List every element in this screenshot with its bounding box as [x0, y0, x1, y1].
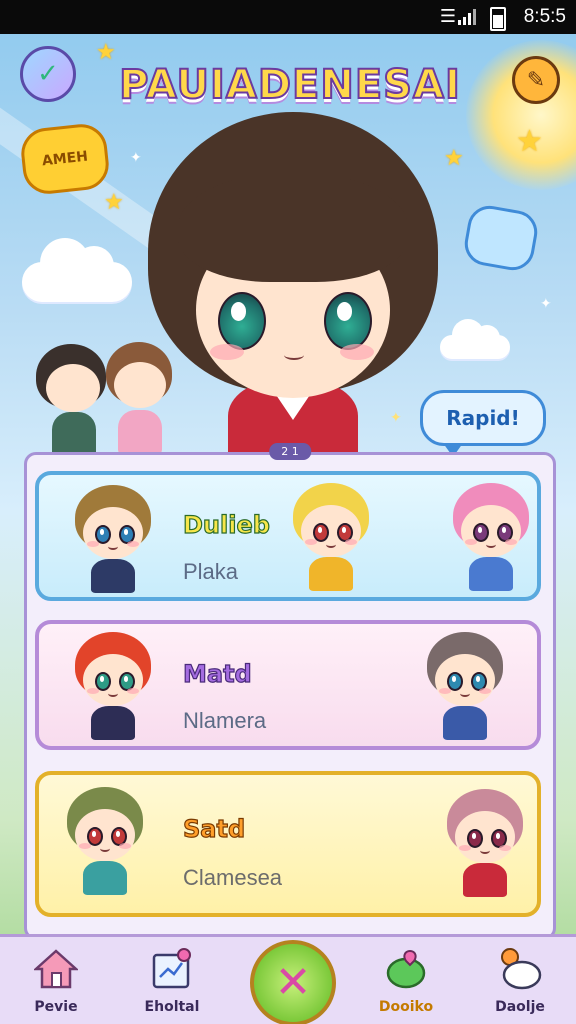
character-body	[463, 863, 507, 897]
clipboard-icon	[152, 948, 191, 989]
character-blush	[499, 845, 511, 851]
center-close-button[interactable]: ✕	[250, 940, 336, 1024]
heart-check-icon: ✓	[37, 59, 59, 89]
card-title: Satd	[182, 814, 246, 843]
hero-bangs	[178, 172, 408, 282]
character-body	[91, 706, 135, 740]
wifi-icon: ☰	[439, 6, 456, 27]
character-portrait	[449, 483, 533, 593]
character-blush	[127, 541, 139, 547]
leaf-heart-icon	[386, 949, 426, 989]
character-blush	[459, 845, 471, 851]
character-blush	[79, 843, 91, 849]
character-blush	[439, 688, 451, 694]
nav-label: Dooiko	[378, 999, 434, 1015]
character-portrait	[423, 632, 507, 742]
card-subtitle: Plaka	[183, 559, 239, 584]
favorite-button[interactable]: ✓	[20, 46, 76, 102]
speech-bubble-text: Rapid!	[446, 406, 520, 430]
character-blush	[119, 843, 131, 849]
character-blush	[305, 539, 317, 545]
hero-eye	[218, 292, 266, 350]
character-body	[52, 412, 96, 456]
badge-sign-label: AMEH	[41, 148, 89, 170]
nav-item-home[interactable]: Pevie	[6, 937, 106, 1024]
character-blush	[87, 688, 99, 694]
character-portrait	[443, 789, 527, 899]
character-body	[83, 861, 127, 895]
duo-characters	[36, 338, 176, 458]
character-portrait	[71, 485, 155, 595]
character-card[interactable]: Dulieb Plaka	[35, 471, 541, 601]
hero-eye	[324, 292, 372, 350]
hero-blush	[210, 344, 244, 360]
character-body	[118, 410, 162, 454]
status-bar: ☰ 8:5:5	[0, 0, 576, 34]
card-title: Dulieb	[182, 510, 270, 539]
character-face	[114, 362, 166, 408]
character-portrait	[289, 483, 373, 593]
wrench-icon: ✎	[526, 67, 546, 93]
game-screen: ☰ 8:5:5 ★ ★ ★ ★ ✦ ✦ ✦ ✓ PAUIADENESAI ✎ A…	[0, 0, 576, 1024]
character-body	[443, 706, 487, 740]
character-blush	[505, 539, 517, 545]
card-subtitle: Clamesea	[183, 865, 283, 890]
star-icon: ★	[104, 190, 124, 215]
card-title: Matd	[182, 659, 252, 688]
sparkle-icon: ✦	[130, 150, 142, 166]
character-face	[46, 364, 100, 412]
character-mouth	[480, 847, 490, 854]
nav-label: Pevie	[34, 999, 78, 1015]
cloud-decoration	[22, 238, 132, 302]
character-mouth	[326, 541, 336, 548]
nav-label: Daolje	[495, 999, 545, 1015]
character-card[interactable]: Satd Clamesea	[35, 771, 541, 917]
character-mouth	[460, 690, 470, 697]
speech-bubble: Rapid!	[420, 390, 546, 457]
cloud-decoration	[440, 319, 510, 359]
character-blush	[127, 688, 139, 694]
nav-item-chat[interactable]: Daolje	[470, 937, 570, 1024]
house-icon	[34, 949, 78, 989]
character-blush	[87, 541, 99, 547]
game-title: PAUIADENESAI	[118, 61, 461, 109]
character-mouth	[108, 543, 118, 550]
candy-icon[interactable]	[461, 202, 541, 274]
character-card[interactable]: Matd Nlamera	[35, 620, 541, 750]
nav-item-garden[interactable]: Dooiko	[356, 937, 456, 1024]
nav-item-tasks[interactable]: Eholtal	[122, 937, 222, 1024]
signal-icon	[458, 9, 476, 25]
character-mouth	[108, 690, 118, 697]
character-portrait	[71, 632, 155, 742]
speech-cloud-icon	[501, 948, 542, 990]
character-body	[469, 557, 513, 591]
hero-mouth	[284, 350, 304, 360]
hero-blush	[340, 344, 374, 360]
character-mouth	[486, 541, 496, 548]
character-body	[309, 557, 353, 591]
settings-button[interactable]: ✎	[512, 56, 560, 104]
character-body	[91, 559, 135, 593]
character-portrait	[63, 787, 147, 897]
nav-label: Eholtal	[144, 999, 200, 1015]
character-blush	[345, 539, 357, 545]
star-icon: ★	[516, 124, 543, 159]
character-blush	[465, 539, 477, 545]
panel-page-badge: 2 1	[269, 443, 311, 460]
character-select-panel: 2 1 Dulieb Plaka Matd Nlamera Satd Clame…	[24, 443, 556, 940]
battery-icon	[490, 7, 506, 31]
hero-character	[148, 112, 438, 470]
clock: 8:5:5	[523, 6, 566, 27]
character-mouth	[100, 845, 110, 852]
star-icon: ★	[444, 146, 464, 171]
close-icon: ✕	[274, 957, 312, 1008]
character-blush	[479, 688, 491, 694]
sparkle-icon: ✦	[540, 296, 552, 312]
card-subtitle: Nlamera	[183, 708, 267, 733]
badge-sign[interactable]: AMEH	[18, 121, 112, 197]
